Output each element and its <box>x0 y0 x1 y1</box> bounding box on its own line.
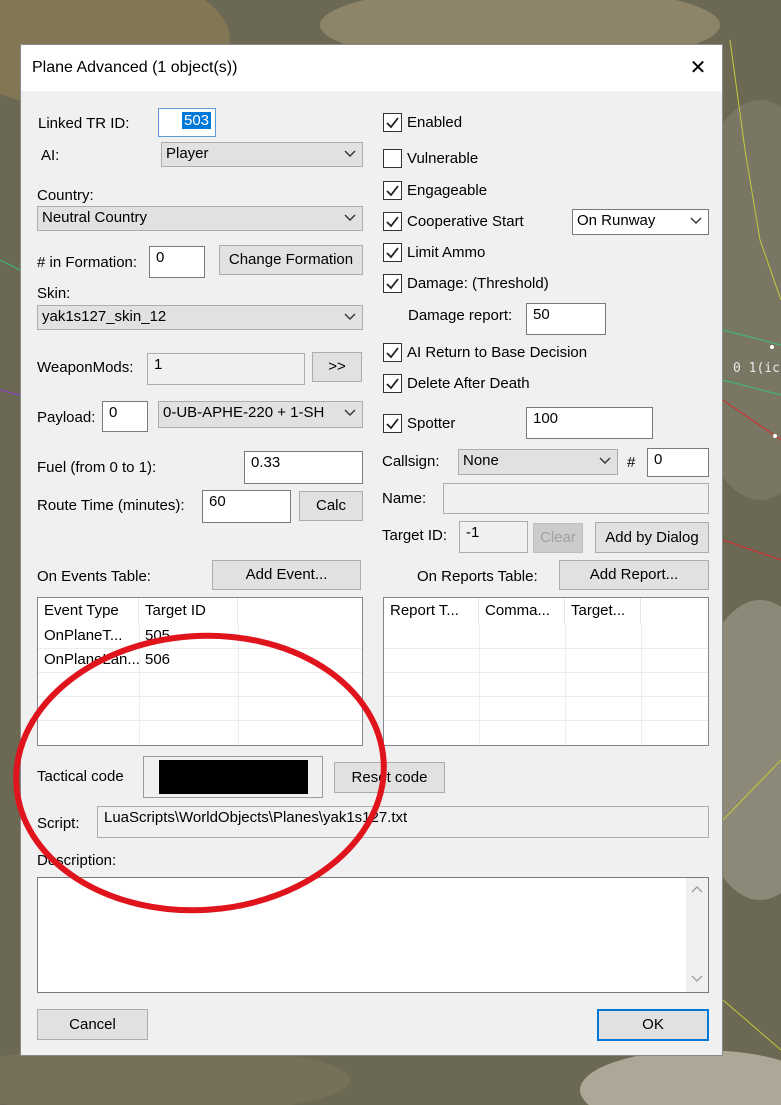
annotation-circle <box>13 632 387 914</box>
